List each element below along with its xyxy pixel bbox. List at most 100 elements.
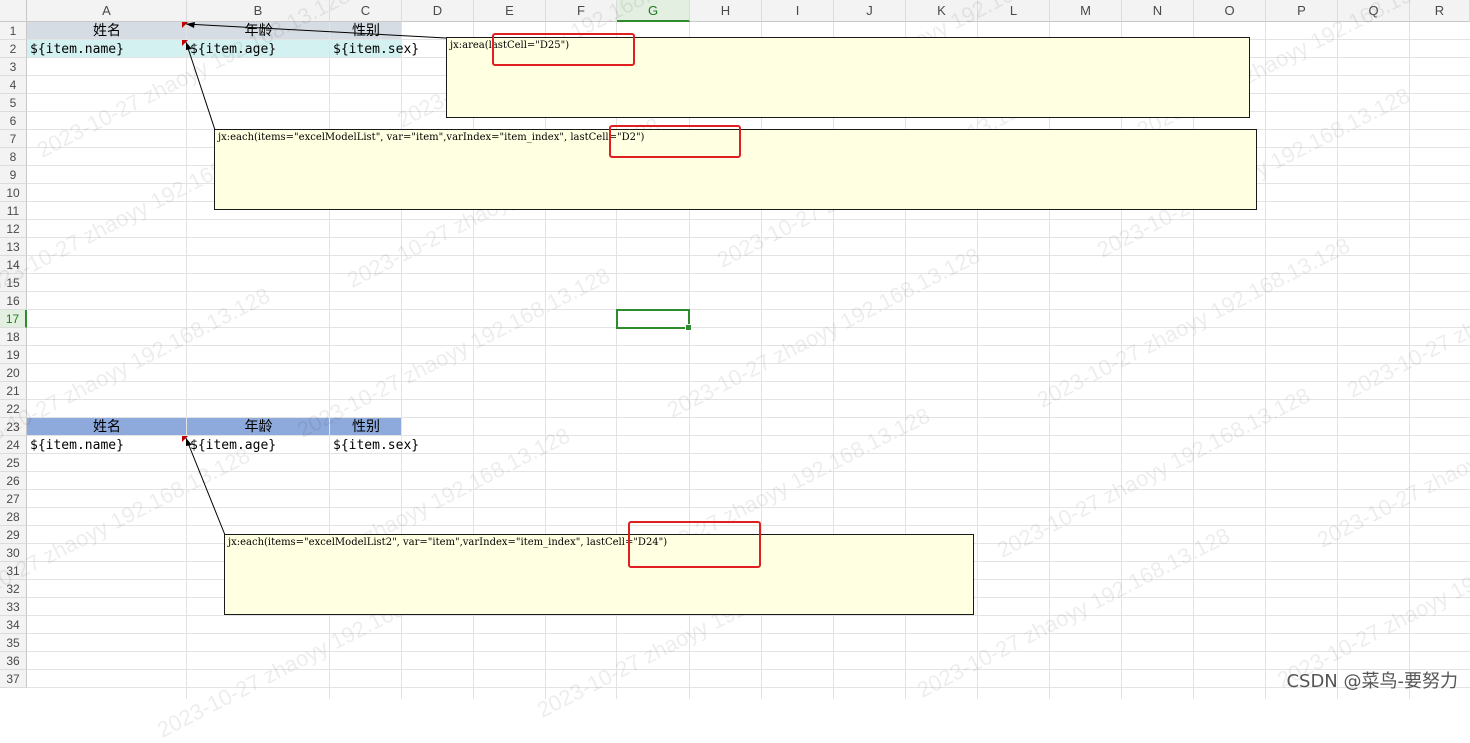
highlight-lastcell-d25 <box>492 33 635 66</box>
row-header-14[interactable]: 14 <box>0 256 27 274</box>
grid-hline <box>27 471 1470 472</box>
column-header-o[interactable]: O <box>1194 0 1266 22</box>
row-header-32[interactable]: 32 <box>0 580 27 598</box>
column-header-d[interactable]: D <box>402 0 474 22</box>
table2-header-age[interactable]: 年龄 <box>187 418 330 436</box>
column-header-g[interactable]: G <box>617 0 690 22</box>
column-header-a[interactable]: A <box>27 0 187 22</box>
table2-header-name[interactable]: 姓名 <box>27 418 187 436</box>
row-header-16[interactable]: 16 <box>0 292 27 310</box>
column-header-i[interactable]: I <box>762 0 834 22</box>
row-header-25[interactable]: 25 <box>0 454 27 472</box>
grid-hline <box>27 489 1470 490</box>
table2-cell-age[interactable]: ${item.age} <box>190 437 276 455</box>
highlight-lastcell-d2 <box>609 125 741 158</box>
row-header-20[interactable]: 20 <box>0 364 27 382</box>
table2-cell-sex[interactable]: ${item.sex} <box>333 437 419 455</box>
comment-indicator-a1[interactable] <box>182 22 188 28</box>
table1-cell-age[interactable]: ${item.age} <box>190 41 276 59</box>
fill-handle[interactable] <box>685 324 692 331</box>
highlight-lastcell-d24 <box>628 521 761 568</box>
row-header-18[interactable]: 18 <box>0 328 27 346</box>
row-header-35[interactable]: 35 <box>0 634 27 652</box>
grid-hline <box>27 237 1470 238</box>
comment-indicator-b2[interactable] <box>182 40 188 46</box>
grid-hline <box>27 651 1470 652</box>
row-header-26[interactable]: 26 <box>0 472 27 490</box>
grid-hline <box>27 399 1470 400</box>
column-header-p[interactable]: P <box>1266 0 1338 22</box>
grid-hline <box>27 309 1470 310</box>
column-header-j[interactable]: J <box>834 0 906 22</box>
grid-hline <box>27 363 1470 364</box>
row-header-4[interactable]: 4 <box>0 76 27 94</box>
row-header-36[interactable]: 36 <box>0 652 27 670</box>
column-header-h[interactable]: H <box>690 0 762 22</box>
row-header-17[interactable]: 17 <box>0 310 27 328</box>
table1-header-sex[interactable]: 性别 <box>330 22 402 40</box>
row-header-9[interactable]: 9 <box>0 166 27 184</box>
row-header-19[interactable]: 19 <box>0 346 27 364</box>
column-header-m[interactable]: M <box>1050 0 1122 22</box>
row-header-30[interactable]: 30 <box>0 544 27 562</box>
row-header-6[interactable]: 6 <box>0 112 27 130</box>
grid-hline <box>27 381 1470 382</box>
active-cell-g17[interactable] <box>616 309 692 331</box>
table2-header-sex[interactable]: 性别 <box>330 418 402 436</box>
select-all-corner[interactable] <box>0 0 27 22</box>
row-header-15[interactable]: 15 <box>0 274 27 292</box>
column-header-k[interactable]: K <box>906 0 978 22</box>
grid-hline <box>27 345 1470 346</box>
grid-hline <box>27 291 1470 292</box>
row-header-11[interactable]: 11 <box>0 202 27 220</box>
row-header-29[interactable]: 29 <box>0 526 27 544</box>
row-header-33[interactable]: 33 <box>0 598 27 616</box>
row-header-28[interactable]: 28 <box>0 508 27 526</box>
row-header-5[interactable]: 5 <box>0 94 27 112</box>
row-header-1[interactable]: 1 <box>0 22 27 40</box>
column-header-l[interactable]: L <box>978 0 1050 22</box>
grid-hline <box>27 669 1470 670</box>
row-header-12[interactable]: 12 <box>0 220 27 238</box>
grid-hline <box>27 273 1470 274</box>
row-header-13[interactable]: 13 <box>0 238 27 256</box>
column-header-r[interactable]: R <box>1410 0 1470 22</box>
table1-cell-sex[interactable]: ${item.sex} <box>333 41 419 59</box>
comment-each-list2[interactable]: jx:each(items="excelModelList2", var="it… <box>224 534 974 615</box>
grid-hline <box>27 507 1470 508</box>
row-header-23[interactable]: 23 <box>0 418 27 436</box>
row-header-8[interactable]: 8 <box>0 148 27 166</box>
column-header-e[interactable]: E <box>474 0 546 22</box>
csdn-watermark: CSDN @菜鸟-要努力 <box>1286 671 1458 692</box>
column-header-n[interactable]: N <box>1122 0 1194 22</box>
row-header-24[interactable]: 24 <box>0 436 27 454</box>
grid-hline <box>27 687 1470 688</box>
grid-hline <box>27 327 1470 328</box>
grid-hline <box>27 633 1470 634</box>
row-header-10[interactable]: 10 <box>0 184 27 202</box>
row-header-27[interactable]: 27 <box>0 490 27 508</box>
comment-indicator-b24[interactable] <box>182 436 188 442</box>
row-header-3[interactable]: 3 <box>0 58 27 76</box>
row-header-37[interactable]: 37 <box>0 670 27 688</box>
row-header-34[interactable]: 34 <box>0 616 27 634</box>
table2-cell-name[interactable]: ${item.name} <box>30 437 124 455</box>
grid-hline <box>27 255 1470 256</box>
table1-header-name[interactable]: 姓名 <box>27 22 187 40</box>
row-header-7[interactable]: 7 <box>0 130 27 148</box>
row-header-21[interactable]: 21 <box>0 382 27 400</box>
column-header-f[interactable]: F <box>546 0 617 22</box>
watermark-text: 2023-10-27 zhaoyy 192.168.13.128 <box>993 382 1314 563</box>
spreadsheet-grid[interactable]: ABCDEFGHIJKLMNOPQR 1 2 3 4 5 6 7 8 9 10 11 12 13 14 15… <box>0 0 1470 743</box>
column-header-b[interactable]: B <box>187 0 330 22</box>
column-header-c[interactable]: C <box>330 0 402 22</box>
watermark-text: 2023-10-27 zhaoyy 192.168.13.128 <box>1343 223 1470 403</box>
row-header-22[interactable]: 22 <box>0 400 27 418</box>
column-header-q[interactable]: Q <box>1338 0 1410 22</box>
grid-hline <box>27 219 1470 220</box>
row-header-31[interactable]: 31 <box>0 562 27 580</box>
watermark-text: 2023-10-27 zhaoyy 192.168.13.128 <box>663 242 984 423</box>
row-header-2[interactable]: 2 <box>0 40 27 58</box>
table1-header-age[interactable]: 年龄 <box>187 22 330 40</box>
table1-cell-name[interactable]: ${item.name} <box>30 41 124 59</box>
